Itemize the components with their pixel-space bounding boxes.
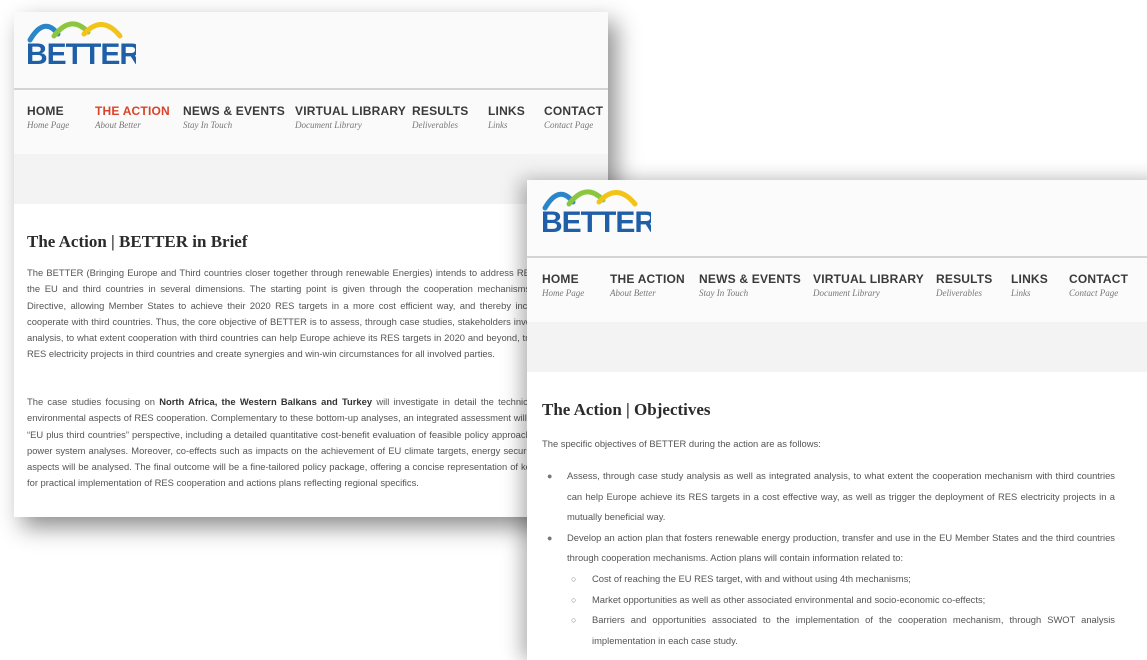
nav-home[interactable]: HOME Home Page <box>542 272 610 298</box>
nav-band <box>14 154 608 204</box>
logo-text: BETTER <box>26 38 136 70</box>
screenshot-page-objectives: BETTER HOME Home Page THE ACTION About B… <box>527 180 1147 660</box>
nav-label: THE ACTION <box>95 104 170 118</box>
list-item-text: Market opportunities as well as other as… <box>592 593 986 605</box>
nav-news-events[interactable]: NEWS & EVENTS Stay In Touch <box>699 272 813 298</box>
sub-list-item: ○ Barriers and opportunities associated … <box>542 610 1115 651</box>
nav-sub: Stay In Touch <box>699 288 749 298</box>
sub-list-item: ○ Cost of reaching the EU RES target, wi… <box>542 569 1115 590</box>
nav-label: HOME <box>27 104 64 118</box>
circle-bullet-icon: ○ <box>571 615 577 626</box>
sub-list-item: ○ Market opportunities as well as other … <box>542 590 1115 611</box>
nav-virtual-library[interactable]: VIRTUAL LIBRARY Document Library <box>295 104 412 130</box>
circle-bullet-icon: ○ <box>571 594 577 605</box>
header-divider <box>14 88 608 90</box>
logo-text: BETTER <box>541 206 651 238</box>
highlight-regions: North Africa, the Western Balkans and Tu… <box>159 396 373 407</box>
main-nav: HOME Home Page THE ACTION About Better N… <box>542 272 1129 298</box>
nav-results[interactable]: RESULTS Deliverables <box>936 272 1011 298</box>
better-logo[interactable]: BETTER <box>541 182 651 238</box>
better-logo[interactable]: BETTER <box>26 14 136 70</box>
nav-label: CONTACT <box>544 104 604 118</box>
nav-label: CONTACT <box>1069 272 1129 286</box>
nav-sub: Stay In Touch <box>183 120 233 130</box>
nav-label: VIRTUAL LIBRARY <box>813 272 924 286</box>
nav-sub: Links <box>1011 288 1031 298</box>
nav-sub: Contact Page <box>544 120 594 130</box>
bullet-icon: ● <box>547 471 553 481</box>
nav-virtual-library[interactable]: VIRTUAL LIBRARY Document Library <box>813 272 936 298</box>
nav-label: RESULTS <box>936 272 993 286</box>
page-title: The Action | Objectives <box>542 400 711 419</box>
nav-sub: Deliverables <box>412 120 458 130</box>
list-item-text: Barriers and opportunities associated to… <box>592 614 1115 646</box>
nav-band <box>527 322 1147 372</box>
nav-sub: Home Page <box>27 120 70 130</box>
list-item-text: Cost of reaching the EU RES target, with… <box>592 573 911 584</box>
nav-label: VIRTUAL LIBRARY <box>295 104 406 118</box>
list-item-text: Assess, through case study analysis as w… <box>567 470 1115 523</box>
nav-label: LINKS <box>1011 272 1048 286</box>
nav-contact[interactable]: CONTACT Contact Page <box>544 104 604 130</box>
logo-arc-yellow <box>81 22 123 39</box>
nav-sub: About Better <box>610 288 656 298</box>
nav-the-action[interactable]: THE ACTION About Better <box>610 272 699 298</box>
logo-arc-yellow <box>596 190 638 207</box>
main-nav: HOME Home Page THE ACTION About Better N… <box>27 104 604 130</box>
nav-sub: Document Library <box>813 288 880 298</box>
objectives-intro: The specific objectives of BETTER during… <box>542 438 821 449</box>
nav-the-action[interactable]: THE ACTION About Better <box>95 104 183 130</box>
nav-label: RESULTS <box>412 104 469 118</box>
nav-label: NEWS & EVENTS <box>183 104 285 118</box>
list-item: ● Assess, through case study analysis as… <box>542 466 1115 528</box>
list-item-text: Develop an action plan that fosters rene… <box>567 531 1115 564</box>
list-item: ● Develop an action plan that fosters re… <box>542 528 1115 569</box>
nav-links[interactable]: LINKS Links <box>488 104 544 130</box>
text-run: The case studies focusing on <box>27 396 160 407</box>
nav-sub: About Better <box>95 120 141 130</box>
nav-news-events[interactable]: NEWS & EVENTS Stay In Touch <box>183 104 295 130</box>
header-divider <box>527 256 1147 258</box>
nav-sub: Home Page <box>542 288 585 298</box>
page-title: The Action | BETTER in Brief <box>27 232 248 251</box>
bullet-icon: ● <box>547 532 553 543</box>
nav-links[interactable]: LINKS Links <box>1011 272 1069 298</box>
nav-home[interactable]: HOME Home Page <box>27 104 95 130</box>
nav-label: HOME <box>542 272 579 286</box>
nav-contact[interactable]: CONTACT Contact Page <box>1069 272 1129 298</box>
nav-label: THE ACTION <box>610 272 685 286</box>
nav-sub: Links <box>488 120 508 130</box>
nav-sub: Contact Page <box>1069 288 1119 298</box>
nav-results[interactable]: RESULTS Deliverables <box>412 104 488 130</box>
nav-label: LINKS <box>488 104 525 118</box>
objectives-list: ● Assess, through case study analysis as… <box>542 466 1115 569</box>
screenshot-page-brief: BETTER HOME Home Page THE ACTION About B… <box>14 12 608 517</box>
case-studies-paragraph: The case studies focusing on North Afric… <box>27 394 608 492</box>
action-plan-sublist: ○ Cost of reaching the EU RES target, wi… <box>542 569 1115 651</box>
circle-bullet-icon: ○ <box>571 574 577 584</box>
nav-label: NEWS & EVENTS <box>699 272 801 286</box>
nav-sub: Document Library <box>295 120 362 130</box>
text-run: will investigate in detail the technical… <box>27 396 608 489</box>
nav-sub: Deliverables <box>936 288 982 298</box>
intro-paragraph: The BETTER (Bringing Europe and Third co… <box>27 267 608 360</box>
